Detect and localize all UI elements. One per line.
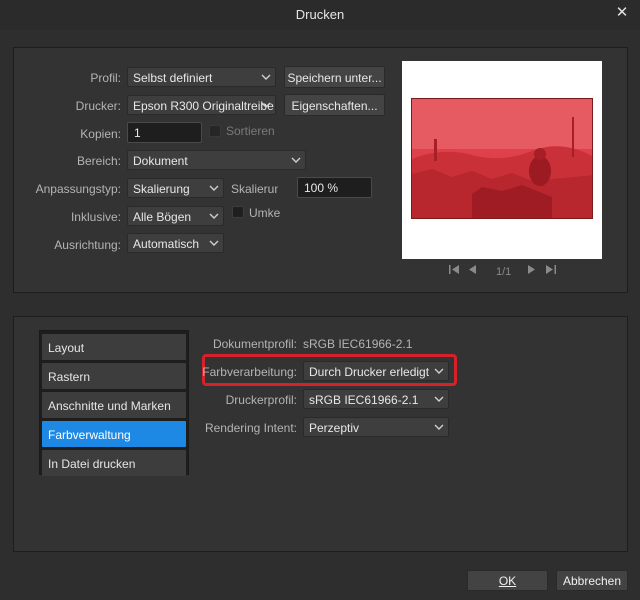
- chevron-down-icon: [434, 396, 444, 402]
- title-bar: Drucken ✕: [0, 0, 640, 30]
- collate-label: Sortieren: [226, 124, 275, 138]
- first-page-icon[interactable]: [448, 264, 460, 275]
- printer-profile-dropdown[interactable]: sRGB IEC61966-2.1: [303, 389, 449, 409]
- window-title: Drucken: [295, 7, 345, 22]
- rendering-intent-value: Perzeptiv: [309, 421, 360, 435]
- range-dropdown[interactable]: Dokument: [127, 150, 306, 170]
- previous-page-icon[interactable]: [467, 264, 477, 275]
- chevron-down-icon: [434, 368, 444, 374]
- properties-button[interactable]: Eigenschaften...: [284, 94, 385, 116]
- include-label: Inklusive:: [70, 210, 121, 224]
- range-value: Dokument: [133, 154, 188, 168]
- category-list: Layout Rastern Anschnitte und Marken Far…: [39, 330, 189, 476]
- ok-label: OK: [498, 574, 517, 588]
- printer-dropdown[interactable]: Epson R300 Originaltreibe: [127, 95, 276, 115]
- ok-button[interactable]: OK: [467, 570, 548, 591]
- chevron-down-icon: [209, 213, 219, 219]
- include-value: Alle Bögen: [133, 210, 192, 224]
- save-as-button[interactable]: Speichern unter...: [284, 66, 385, 88]
- scale-label: Skalierung: [231, 182, 278, 196]
- scale-input[interactable]: 100 %: [297, 177, 372, 198]
- preview-image: [411, 98, 593, 219]
- rendering-intent-label: Rendering Intent:: [204, 421, 297, 435]
- nav-item-color-management[interactable]: Farbverwaltung: [42, 421, 186, 447]
- include-dropdown[interactable]: Alle Bögen: [127, 206, 224, 226]
- chevron-down-icon: [261, 74, 271, 80]
- chevron-down-icon: [209, 240, 219, 246]
- reverse-checkbox[interactable]: [232, 206, 244, 218]
- profile-value: Selbst definiert: [133, 71, 213, 85]
- nav-item-bleed-marks[interactable]: Anschnitte und Marken: [42, 392, 186, 418]
- preview-photo: [412, 99, 592, 218]
- color-handling-dropdown[interactable]: Durch Drucker erledigt: [303, 361, 449, 381]
- orientation-label: Ausrichtung:: [54, 238, 121, 252]
- profile-dropdown[interactable]: Selbst definiert: [127, 67, 276, 87]
- rendering-intent-dropdown[interactable]: Perzeptiv: [303, 417, 449, 437]
- printer-label: Drucker:: [75, 99, 121, 113]
- fit-type-dropdown[interactable]: Skalierung: [127, 178, 224, 198]
- nav-item-layout[interactable]: Layout: [42, 334, 186, 360]
- profile-label: Profil:: [90, 71, 121, 85]
- range-label: Bereich:: [76, 154, 121, 168]
- printer-value: Epson R300 Originaltreibe: [133, 99, 274, 113]
- copies-label: Kopien:: [80, 127, 121, 141]
- nav-item-print-to-file[interactable]: In Datei drucken: [42, 450, 186, 476]
- chevron-down-icon: [261, 102, 271, 108]
- next-page-icon[interactable]: [527, 264, 537, 275]
- doc-profile-value: sRGB IEC61966-2.1: [303, 337, 413, 351]
- chevron-down-icon: [434, 424, 444, 430]
- page-indicator: 1/1: [496, 266, 512, 278]
- last-page-icon[interactable]: [545, 264, 557, 275]
- printer-profile-value: sRGB IEC61966-2.1: [309, 393, 419, 407]
- cancel-button[interactable]: Abbrechen: [556, 570, 628, 591]
- doc-profile-label: Dokumentprofil:: [212, 337, 297, 351]
- reverse-label: Umke: [249, 206, 281, 220]
- printer-profile-label: Druckerprofil:: [225, 393, 297, 407]
- color-handling-value: Durch Drucker erledigt: [309, 365, 430, 379]
- color-handling-label: Farbverarbeitung:: [202, 365, 297, 379]
- chevron-down-icon: [209, 185, 219, 191]
- orientation-value: Automatisch: [133, 237, 200, 251]
- collate-checkbox[interactable]: [209, 125, 221, 137]
- orientation-dropdown[interactable]: Automatisch: [127, 233, 224, 253]
- chevron-down-icon: [291, 157, 301, 163]
- fit-type-label: Anpassungstyp:: [35, 182, 121, 196]
- close-icon[interactable]: ✕: [614, 5, 630, 21]
- fit-type-value: Skalierung: [133, 182, 190, 196]
- copies-input[interactable]: 1: [127, 122, 202, 143]
- nav-item-raster[interactable]: Rastern: [42, 363, 186, 389]
- print-preview: [402, 61, 602, 259]
